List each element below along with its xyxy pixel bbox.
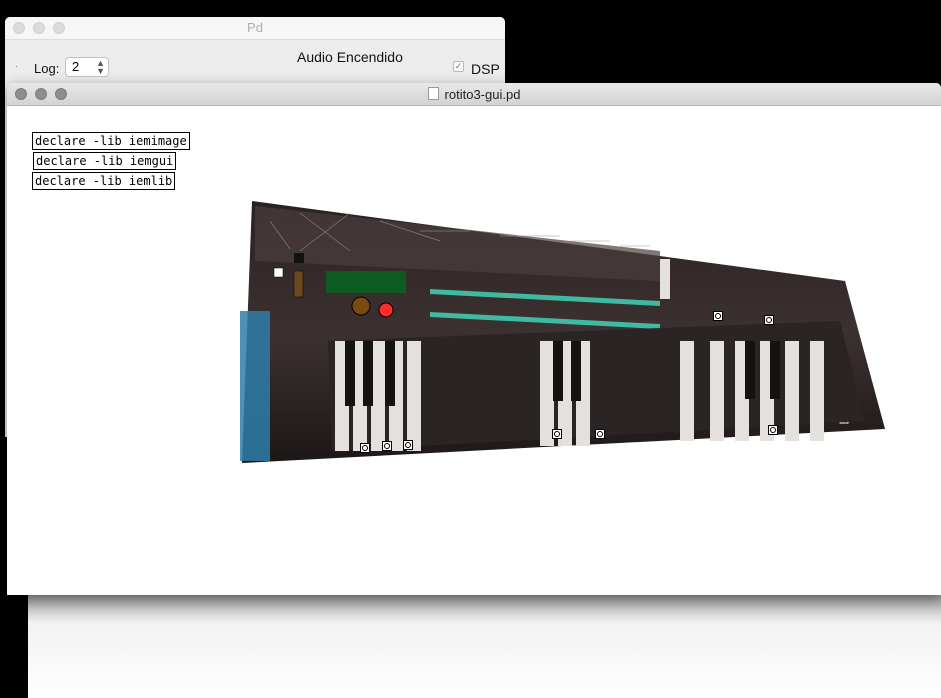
patch-title-text: rotito3-gui.pd: [444, 87, 521, 102]
red-button[interactable]: [378, 302, 394, 318]
key-bang-button[interactable]: [552, 429, 562, 439]
window-shadow: [28, 590, 941, 698]
key-bang-button[interactable]: [768, 425, 778, 435]
audio-status: Audio Encendido: [297, 49, 403, 65]
log-level-value: 2: [72, 59, 80, 74]
declare-object[interactable]: declare -lib iemlib: [32, 172, 176, 190]
patch-window-title: rotito3-gui.pd: [7, 87, 941, 102]
pd-titlebar: Pd: [5, 17, 505, 40]
key-bang-button[interactable]: [403, 440, 413, 450]
log-level-stepper[interactable]: 2 ▲ ▼: [65, 57, 109, 77]
declare-object[interactable]: declare -lib iemimage: [32, 132, 190, 150]
brown-button[interactable]: [351, 296, 371, 316]
dot-icon: ·: [15, 61, 18, 71]
patch-window: rotito3-gui.pd declare -lib iemimage dec…: [7, 83, 941, 595]
panel-bang-button[interactable]: [713, 311, 723, 321]
dsp-checkbox[interactable]: ✓: [453, 61, 464, 72]
key-bang-button[interactable]: [382, 441, 392, 451]
pd-window-title: Pd: [247, 20, 263, 35]
declare-object[interactable]: declare -lib iemgui: [33, 152, 177, 170]
dsp-label: DSP: [471, 61, 500, 77]
key-bang-button[interactable]: [360, 443, 370, 453]
panel-bang-button[interactable]: [764, 315, 774, 325]
log-label: Log:: [34, 61, 60, 76]
document-icon: [427, 87, 439, 100]
patch-titlebar: rotito3-gui.pd: [7, 83, 941, 106]
synthesizer-image: [240, 201, 890, 473]
green-display: [326, 271, 406, 293]
stepper-arrows-icon[interactable]: ▲ ▼: [96, 59, 105, 76]
key-bang-button[interactable]: [595, 429, 605, 439]
